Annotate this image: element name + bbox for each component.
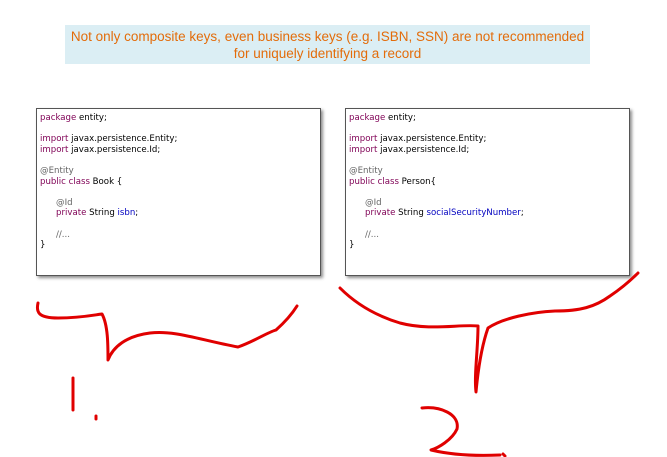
brace-left-icon (35, 301, 299, 362)
handwritten-period-2-icon (501, 452, 507, 457)
handwritten-annotations (35, 271, 640, 457)
brace-right-icon (338, 271, 640, 394)
handwritten-number-2-icon (420, 406, 502, 457)
